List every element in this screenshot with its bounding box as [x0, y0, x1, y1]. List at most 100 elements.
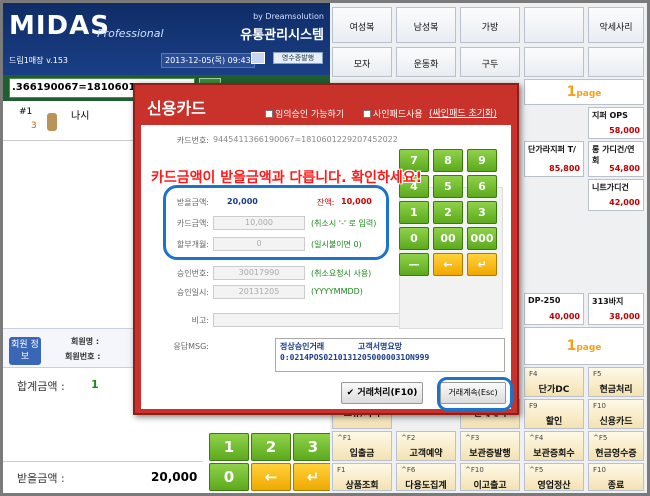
numpad-0[interactable]: 0	[399, 227, 429, 250]
fkey-key: ^F6	[401, 466, 416, 474]
dialog-title: 신용카드	[147, 99, 206, 118]
option-signpad[interactable]: 사인패드사용	[363, 107, 423, 120]
product-dangara[interactable]: 단가라지퍼 T/85,800	[524, 141, 584, 177]
product-name: 지퍼 OPS	[592, 111, 628, 120]
numpad-000[interactable]: 000	[467, 227, 497, 250]
fkey-discount[interactable]: F9 할인	[524, 399, 584, 429]
keypad-2[interactable]: 2	[251, 433, 291, 461]
receipt-button[interactable]: 영수증발행	[273, 52, 323, 64]
fkey-transfer-out[interactable]: ^F10 이고출고	[460, 463, 520, 491]
highlight-amount-fields	[163, 185, 389, 260]
category-empty-2[interactable]	[524, 47, 584, 77]
numpad-1[interactable]: 1	[399, 201, 429, 224]
keypad-enter[interactable]: ↵	[293, 463, 333, 491]
fkey-credit-card[interactable]: F10 신용카드	[588, 399, 644, 429]
numpad-enter[interactable]: ↵	[467, 253, 497, 276]
category-label: 남성복	[413, 23, 439, 33]
page-unit: page	[576, 343, 602, 353]
product-zipper-ops[interactable]: 지퍼 OPS 58,000	[588, 107, 644, 139]
member-tag[interactable]: 회원 정보	[9, 337, 41, 365]
monitor-icon[interactable]	[251, 52, 265, 64]
category-label: 구두	[481, 60, 499, 70]
approval-no-input[interactable]: 30017990	[213, 266, 305, 280]
fkey-multi-summary[interactable]: ^F6 다용도집계	[396, 463, 456, 491]
paid-label: 받을금액 :	[17, 472, 65, 485]
numpad-2[interactable]: 2	[433, 201, 463, 224]
page-number: 1page	[525, 328, 643, 354]
fkey-key: ^F1	[337, 434, 352, 442]
highlight-continue-button	[437, 377, 513, 411]
fkey-unit-dc[interactable]: F4 단가DC	[524, 367, 584, 397]
product-313-pants[interactable]: 313바지 38,000	[588, 293, 644, 325]
fkey-storage-return[interactable]: ^F4 보관증회수	[524, 431, 584, 461]
category-empty-3[interactable]	[588, 47, 644, 77]
logo: MIDAS	[9, 11, 110, 41]
option-label: 임의승인 가능하기	[275, 110, 345, 120]
note-label: 비고:	[191, 316, 209, 325]
fkey-cash[interactable]: F5 현금처리	[588, 367, 644, 397]
product-dp250[interactable]: DP-250 40,000	[524, 293, 584, 325]
product-name: 니트가디건	[592, 183, 629, 192]
keypad-3[interactable]: 3	[293, 433, 333, 461]
product-price: 58,000	[609, 126, 640, 135]
category-women[interactable]: 여성복	[332, 7, 392, 43]
fkey-reservation[interactable]: ^F2 고객예약	[396, 431, 456, 461]
category-sneakers[interactable]: 운동화	[396, 47, 456, 77]
fkey-cash-receipt[interactable]: ^F5 현금영수증	[588, 431, 644, 461]
fkey-inout[interactable]: ^F1 입출금	[332, 431, 392, 461]
approval-no-hint: (취소요청시 사용)	[311, 269, 372, 278]
keypad-back[interactable]: ←	[251, 463, 291, 491]
card-no-label: 카드번호:	[176, 136, 209, 145]
page-number: 1page	[525, 80, 643, 100]
fkey-product-search[interactable]: F1 상품조회	[332, 463, 392, 491]
fkey-key: ^F3	[465, 434, 480, 442]
numpad-minus[interactable]: —	[399, 253, 429, 276]
option-arbitrary-approval[interactable]: 임의승인 가능하기	[265, 107, 344, 120]
row-qty: 3	[31, 121, 37, 131]
category-label: 악세사리	[599, 23, 633, 33]
numpad-back[interactable]: ←	[433, 253, 463, 276]
fkey-key: F1	[337, 466, 346, 474]
page-unit: page	[576, 89, 602, 99]
numpad-00[interactable]: 00	[433, 227, 463, 250]
approval-date-hint: (YYYYMMDD)	[311, 287, 363, 296]
total-label: 합계금액 :	[17, 380, 65, 393]
category-empty[interactable]	[524, 7, 584, 43]
numpad-3[interactable]: 3	[467, 201, 497, 224]
fkey-key: F5	[593, 370, 602, 378]
paid-row: 받을금액 : 20,000	[3, 461, 203, 491]
signpad-reset-link[interactable]: (싸인패드 초기화)	[429, 106, 497, 119]
approval-date-input[interactable]: 20131205	[213, 285, 305, 299]
process-transaction-button[interactable]: ✔ 거래처리(F10)	[341, 382, 423, 404]
category-accessory[interactable]: 악세사리	[588, 7, 644, 43]
product-price: 40,000	[549, 312, 580, 321]
product-price: 85,800	[549, 164, 580, 173]
category-bag[interactable]: 가방	[460, 7, 520, 43]
checkbox-icon[interactable]	[363, 110, 371, 118]
checkbox-icon[interactable]	[265, 110, 273, 118]
header: MIDAS Professional by Dreamsolution 유통관리…	[3, 3, 330, 75]
fkey-key: F10	[593, 402, 606, 410]
amount-mismatch-warning: 카드금액이 받을금액과 다릅니다. 확인하세요!	[151, 170, 423, 186]
category-label: 운동화	[413, 60, 439, 70]
category-men[interactable]: 남성복	[396, 7, 456, 43]
product-name: DP-250	[528, 296, 561, 305]
keypad-1[interactable]: 1	[209, 433, 249, 461]
fkey-settlement[interactable]: ^F5 영업정산	[524, 463, 584, 491]
fkey-exit[interactable]: F10 종료	[588, 463, 644, 491]
shirt-icon	[47, 113, 57, 131]
page-value: 1	[566, 338, 577, 354]
fkey-key: F9	[529, 402, 538, 410]
category-shoes[interactable]: 구두	[460, 47, 520, 77]
category-label: 여성복	[349, 23, 375, 33]
product-knit-cardigan[interactable]: 니트가디건 42,000	[588, 179, 644, 211]
approval-no-label: 승인번호:	[176, 269, 209, 278]
category-hat[interactable]: 모자	[332, 47, 392, 77]
paid-value: 20,000	[151, 470, 198, 484]
fkey-storage-issue[interactable]: ^F3 보관증발행	[460, 431, 520, 461]
datetime: 2013-12-05(목) 09:43	[161, 53, 255, 68]
keypad-0[interactable]: 0	[209, 463, 249, 491]
fkey-key: ^F2	[401, 434, 416, 442]
product-long-cardigan[interactable]: 롱 가디건/연회 54,800	[588, 141, 644, 177]
category-label: 모자	[353, 60, 371, 70]
